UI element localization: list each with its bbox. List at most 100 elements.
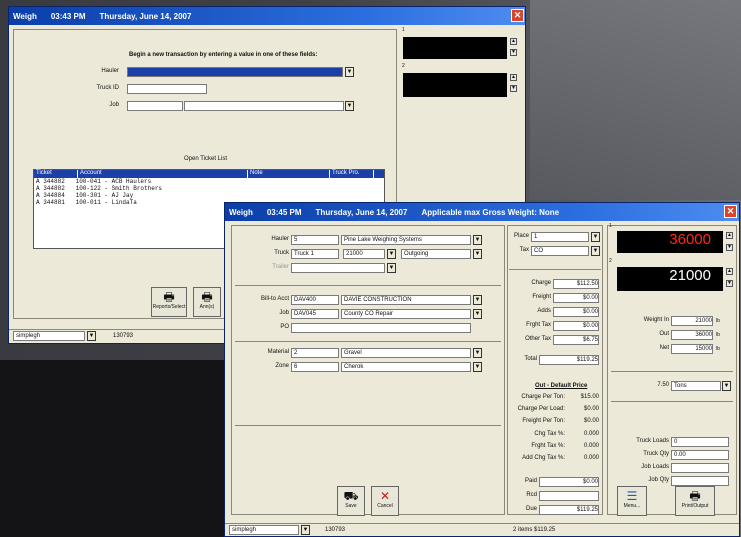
back-display1-up[interactable]: ▲ bbox=[510, 38, 517, 45]
weight-in-label: Weight In bbox=[643, 317, 669, 323]
back-job-dropdown[interactable]: ▼ bbox=[345, 101, 354, 111]
cancel-button[interactable]: ✕ Cancel bbox=[371, 486, 399, 516]
job-name-field[interactable]: County CO Repair bbox=[341, 309, 471, 319]
trailer-dropdown[interactable]: ▼ bbox=[387, 263, 396, 273]
job-loads-field[interactable] bbox=[671, 463, 729, 473]
freight-tax-field[interactable]: $0.00 bbox=[553, 321, 599, 331]
truck-qty-field[interactable]: 0.00 bbox=[671, 450, 729, 460]
divider bbox=[235, 425, 501, 426]
back-status-user[interactable]: simplegh bbox=[13, 331, 85, 341]
job-code-field[interactable]: DAV045 bbox=[291, 309, 339, 319]
net-unit: lb bbox=[716, 346, 720, 352]
trailer-field[interactable] bbox=[291, 263, 385, 273]
print-output-button[interactable]: 🖶 Print/Output bbox=[675, 486, 715, 516]
back-display1-down[interactable]: ▼ bbox=[510, 49, 517, 56]
truck-field[interactable]: Truck 1 bbox=[291, 249, 339, 259]
menu-button[interactable]: ☰ Menu... bbox=[617, 486, 647, 516]
front-status-user-dropdown[interactable]: ▼ bbox=[301, 525, 310, 535]
reports-button[interactable]: 🖶 Reports/Select bbox=[151, 287, 187, 317]
back-hauler-field[interactable] bbox=[127, 67, 343, 77]
back-close-button[interactable]: ✕ bbox=[511, 9, 524, 22]
list-item[interactable]: A 344882 100-122 - Smith Brothers bbox=[34, 185, 384, 192]
paid-field[interactable]: $0.00 bbox=[539, 477, 599, 487]
unit-select[interactable]: Tons bbox=[671, 381, 721, 391]
charge-field[interactable]: $112.50 bbox=[553, 279, 599, 289]
job-loads-label: Job Loads bbox=[641, 464, 669, 470]
direction-dropdown[interactable]: ▼ bbox=[473, 249, 482, 259]
back-display2-down[interactable]: ▼ bbox=[510, 85, 517, 92]
weight-in-unit: lb bbox=[716, 318, 720, 324]
direction-field[interactable]: Outgoing bbox=[401, 249, 471, 259]
col-account[interactable]: Account bbox=[78, 170, 248, 178]
divider bbox=[509, 269, 601, 270]
material-code-field[interactable]: 2 bbox=[291, 348, 339, 358]
adds-field[interactable]: $0.00 bbox=[553, 307, 599, 317]
total-field[interactable]: $119.25 bbox=[539, 355, 599, 365]
front-status-user[interactable]: simplegh bbox=[229, 525, 299, 535]
hauler-label: Hauler bbox=[271, 236, 289, 242]
open-ticket-list-title: Open Ticket List bbox=[184, 156, 228, 162]
list-item[interactable]: A 344884 100-301 - AJ Jay bbox=[34, 192, 384, 199]
tax-dropdown[interactable]: ▼ bbox=[591, 246, 600, 256]
front-window-titlebar[interactable]: Weigh 03:45 PM Thursday, June 14, 2007 A… bbox=[225, 203, 739, 221]
back-job-code-field[interactable] bbox=[127, 101, 183, 111]
received-field[interactable] bbox=[539, 491, 599, 501]
bill-to-code-field[interactable]: DAV400 bbox=[291, 295, 339, 305]
col-ticket[interactable]: Ticket bbox=[34, 170, 78, 178]
back-job-name-field[interactable] bbox=[184, 101, 344, 111]
freight-tax-label: Frght Tax bbox=[526, 322, 551, 328]
bill-to-name-field[interactable]: DAVIE CONSTRUCTION bbox=[341, 295, 471, 305]
save-button-label: Save bbox=[345, 503, 357, 509]
material-name-field[interactable]: Gravel bbox=[341, 348, 471, 358]
back-hauler-dropdown[interactable]: ▼ bbox=[345, 67, 354, 77]
zone-dropdown[interactable]: ▼ bbox=[473, 362, 482, 372]
list-item[interactable]: A 344882 100-041 - ACB Haulers bbox=[34, 178, 384, 185]
job-qty-field[interactable] bbox=[671, 476, 729, 486]
truck-loads-field[interactable]: 0 bbox=[671, 437, 729, 447]
freight-field[interactable]: $0.00 bbox=[553, 293, 599, 303]
po-field[interactable] bbox=[291, 323, 471, 333]
tax-field[interactable]: CO bbox=[531, 246, 589, 256]
material-dropdown[interactable]: ▼ bbox=[473, 348, 482, 358]
zone-name-field[interactable]: Cherok bbox=[341, 362, 471, 372]
place-dropdown[interactable]: ▼ bbox=[591, 232, 600, 242]
hauler-dropdown[interactable]: ▼ bbox=[473, 235, 482, 245]
col-note[interactable]: Note bbox=[248, 170, 330, 178]
weight-in-field[interactable]: 21000 bbox=[671, 316, 713, 326]
due-field[interactable]: $119.25 bbox=[539, 505, 599, 515]
zone-code-field[interactable]: 6 bbox=[291, 362, 339, 372]
front-title-time: 03:45 PM bbox=[266, 207, 302, 217]
received-label: Rcd bbox=[526, 492, 537, 498]
back-window-titlebar[interactable]: Weigh 03:43 PM Thursday, June 14, 2007 ✕ bbox=[9, 7, 525, 25]
unit-count-value: 7.50 bbox=[657, 382, 669, 388]
front-title-max-weight: Applicable max Gross Weight: None bbox=[421, 207, 560, 217]
scale1-up[interactable]: ▲ bbox=[726, 232, 733, 239]
col-truck-pro[interactable]: Truck Pro. bbox=[330, 170, 374, 178]
other-tax-field[interactable]: $6.75 bbox=[553, 335, 599, 345]
scale-display-2: 21000 bbox=[617, 267, 723, 291]
other-button[interactable]: 🖶 Ann(s) bbox=[193, 287, 221, 317]
back-display2-up[interactable]: ▲ bbox=[510, 74, 517, 81]
menu-button-label: Menu... bbox=[623, 503, 641, 509]
scale2-down[interactable]: ▼ bbox=[726, 280, 733, 287]
save-button[interactable]: ⛟ Save bbox=[337, 486, 365, 516]
back-truck-field[interactable] bbox=[127, 84, 207, 94]
price-row-value: $0.00 bbox=[583, 418, 599, 424]
hauler-code-field[interactable]: 5 bbox=[291, 235, 339, 245]
scale1-down[interactable]: ▼ bbox=[726, 244, 733, 251]
scale1-value: 36000 bbox=[669, 231, 711, 248]
truck-tare-dropdown[interactable]: ▼ bbox=[387, 249, 396, 259]
open-ticket-list-header: Ticket Account Note Truck Pro. bbox=[34, 170, 384, 178]
truck-tare-field[interactable]: 21000 bbox=[343, 249, 385, 259]
back-truck-label: Truck ID bbox=[96, 85, 119, 91]
place-field[interactable]: 1 bbox=[531, 232, 589, 242]
net-field[interactable]: 15000 bbox=[671, 344, 713, 354]
job-dropdown[interactable]: ▼ bbox=[473, 309, 482, 319]
hauler-name-field[interactable]: Pine Lake Weighing Systems bbox=[341, 235, 471, 245]
back-status-user-dropdown[interactable]: ▼ bbox=[87, 331, 96, 341]
out-field[interactable]: 36000 bbox=[671, 330, 713, 340]
unit-dropdown[interactable]: ▼ bbox=[722, 381, 731, 391]
scale2-up[interactable]: ▲ bbox=[726, 268, 733, 275]
bill-to-dropdown[interactable]: ▼ bbox=[473, 295, 482, 305]
front-close-button[interactable]: ✕ bbox=[724, 205, 737, 218]
